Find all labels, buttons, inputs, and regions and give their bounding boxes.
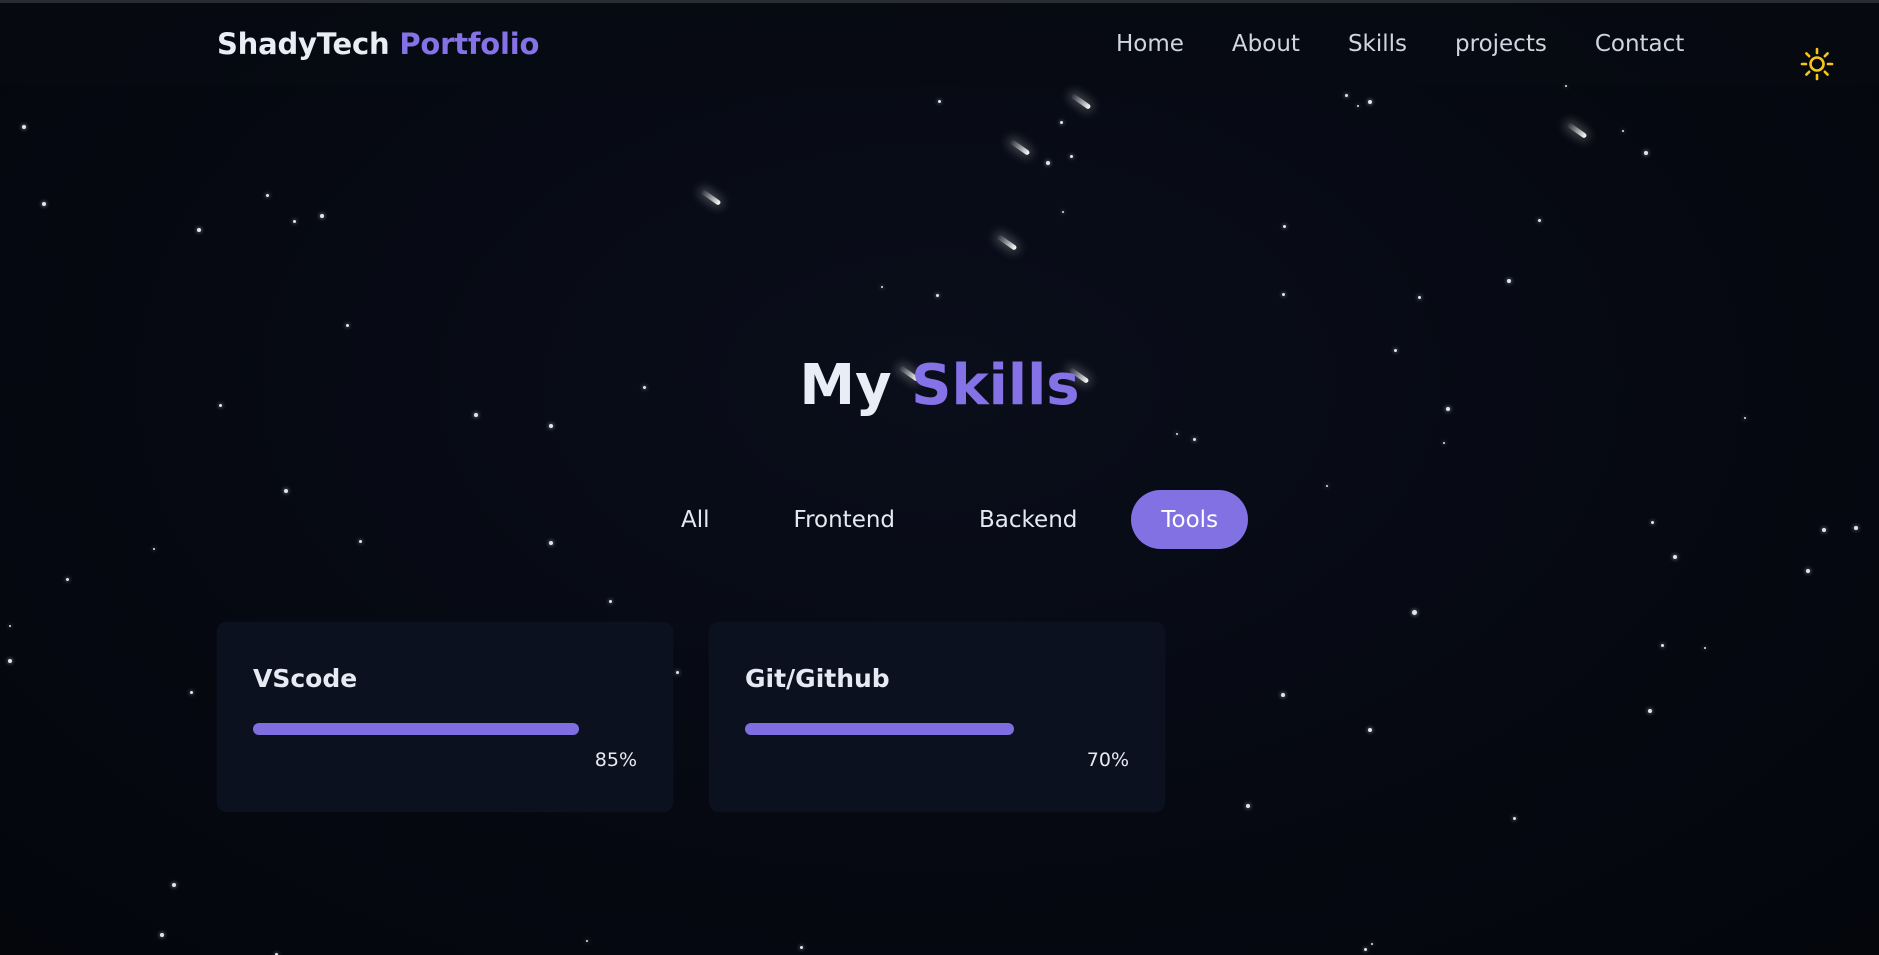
star [1412,610,1417,615]
skill-percent: 85% [594,749,637,771]
skill-cards: VScode 85% Git/Github 70% [217,622,1165,812]
meteor [1566,122,1588,139]
brand-logo[interactable]: ShadyTech Portfolio [217,27,539,61]
star [1394,349,1397,352]
star [42,202,46,206]
star [549,541,553,545]
star [293,220,296,223]
nav-skills[interactable]: Skills [1348,31,1407,57]
star [1283,225,1286,228]
star [1371,943,1373,945]
meteor [1070,93,1092,110]
navbar: ShadyTech Portfolio Home About Skills pr… [0,3,1879,85]
section-title: My Skills [0,353,1879,418]
star [1345,94,1348,97]
brand-name: ShadyTech [217,27,390,61]
star [1513,817,1516,820]
star [190,691,193,694]
star [586,940,588,942]
brand-accent: Portfolio [399,27,540,61]
star [1326,485,1328,487]
nav-about[interactable]: About [1232,31,1300,57]
skill-percent: 70% [1086,749,1129,771]
star [66,578,69,581]
section-title-accent: Skills [911,353,1080,418]
star [1651,521,1654,524]
sun-icon [1800,47,1834,81]
star [1062,211,1064,213]
star [1822,528,1826,532]
skill-progress-fill [745,723,1014,735]
star [284,489,288,493]
nav-contact[interactable]: Contact [1595,31,1684,57]
star [1368,100,1372,104]
skill-name: VScode [253,664,358,693]
star [266,194,269,197]
star [938,100,941,103]
skill-card-vscode: VScode 85% [217,622,673,812]
star [1661,644,1664,647]
star [1704,647,1706,649]
star [1046,161,1050,165]
star [1622,130,1624,132]
nav-projects[interactable]: projects [1455,31,1547,57]
star [153,548,155,550]
star [1673,555,1677,559]
filter-tools[interactable]: Tools [1131,490,1249,549]
star [346,324,349,327]
meteor [700,189,722,206]
star [320,214,324,218]
star [1070,155,1073,158]
skill-name: Git/Github [745,664,890,693]
section-title-main: My [799,353,892,418]
nav-home[interactable]: Home [1116,31,1184,57]
star [1648,709,1652,713]
filter-frontend[interactable]: Frontend [764,490,926,549]
star [1246,804,1250,808]
star [1443,442,1445,444]
star [1193,438,1196,441]
meteor [996,234,1018,251]
meteor [1009,139,1031,156]
star [1854,526,1858,530]
star [1806,569,1810,573]
star [197,228,201,232]
star [9,625,11,627]
skill-progress-fill [253,723,580,735]
star [609,600,612,603]
skill-progress-track [253,723,637,735]
star [1364,948,1367,951]
main-nav: Home About Skills projects Contact [1116,31,1732,57]
star [1357,105,1359,107]
star [936,294,939,297]
star [800,946,803,949]
star [1418,296,1421,299]
star [172,883,176,887]
page: ShadyTech Portfolio Home About Skills pr… [0,0,1879,955]
star [1507,279,1511,283]
star [881,286,883,288]
star [359,540,362,543]
skill-filter-tabs: All Frontend Backend Tools [651,490,1272,549]
star [160,933,164,937]
star [1644,151,1648,155]
star [1176,433,1178,435]
star [1281,693,1285,697]
star [1282,293,1285,296]
starfield-background [0,3,1879,955]
skill-card-git: Git/Github 70% [709,622,1165,812]
star [1538,219,1541,222]
star [549,424,553,428]
skill-progress-track [745,723,1129,735]
filter-backend[interactable]: Backend [949,490,1107,549]
star [1368,728,1372,732]
star [1565,85,1567,87]
star [1060,121,1063,124]
star [22,125,26,129]
filter-all[interactable]: All [651,490,740,549]
star [8,659,12,663]
theme-toggle-button[interactable] [1800,47,1834,81]
